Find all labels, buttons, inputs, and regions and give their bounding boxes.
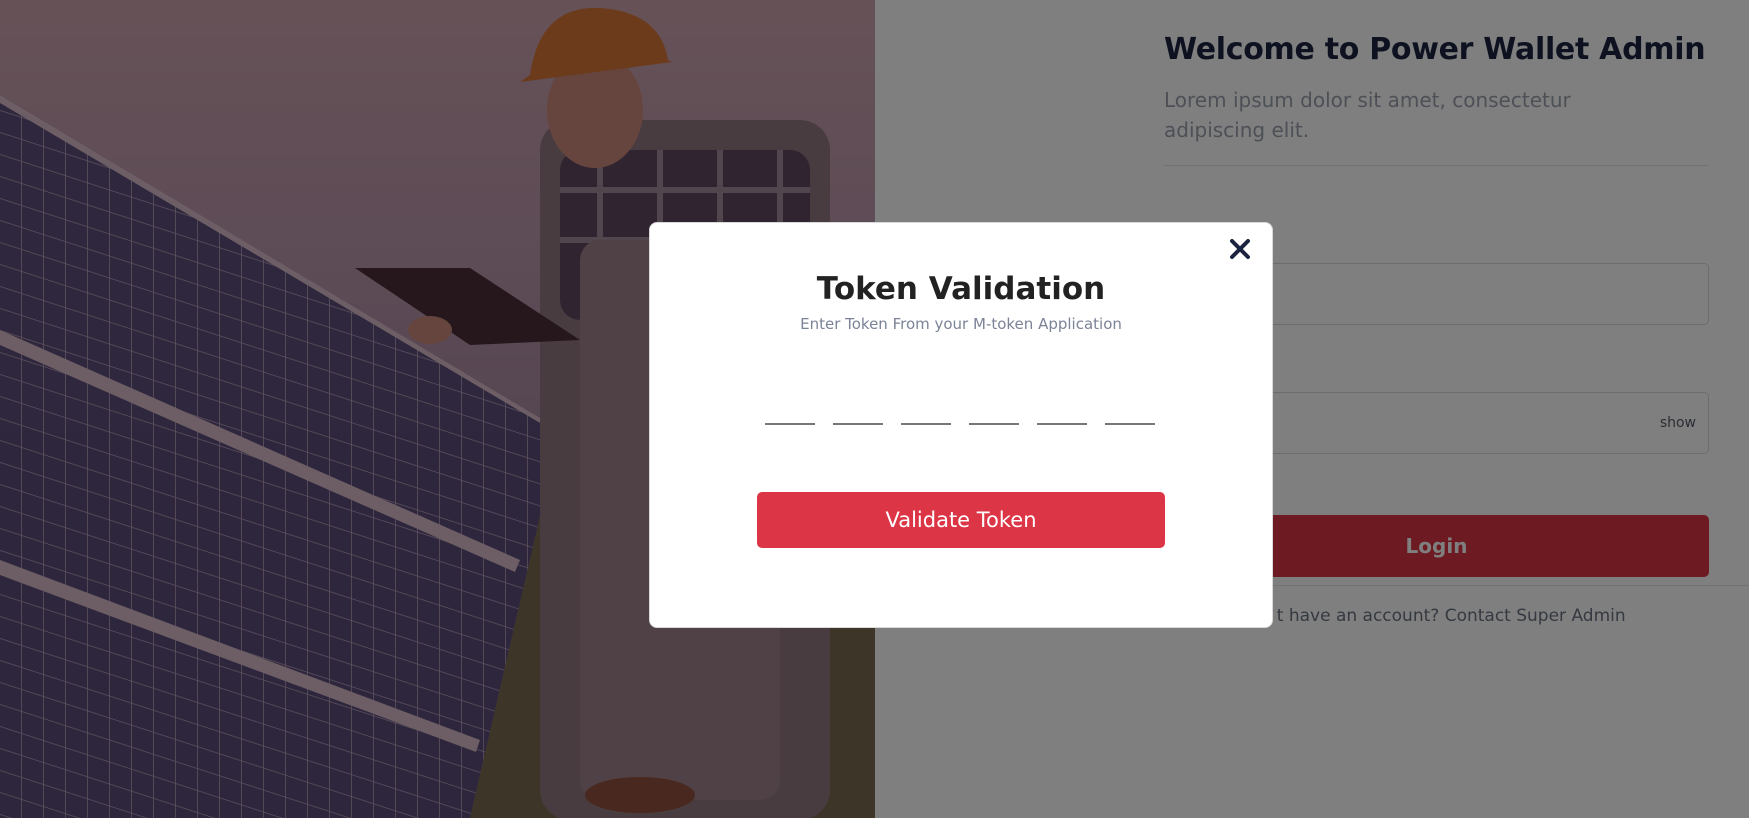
token-digit-3[interactable]: [901, 401, 951, 425]
close-icon: [1230, 239, 1250, 259]
modal-subtitle: Enter Token From your M-token Applicatio…: [800, 315, 1122, 333]
token-digit-2[interactable]: [833, 401, 883, 425]
page: Welcome to Power Wallet Admin Lorem ipsu…: [0, 0, 1749, 818]
token-digit-4[interactable]: [969, 401, 1019, 425]
modal-title: Token Validation: [816, 271, 1106, 307]
token-digit-1[interactable]: [765, 401, 815, 425]
token-digit-5[interactable]: [1037, 401, 1087, 425]
token-validation-modal: Token Validation Enter Token From your M…: [649, 222, 1273, 628]
validate-token-button[interactable]: Validate Token: [757, 492, 1165, 548]
token-digit-6[interactable]: [1105, 401, 1155, 425]
close-button[interactable]: [1226, 235, 1254, 263]
token-input-row: [765, 401, 1155, 425]
